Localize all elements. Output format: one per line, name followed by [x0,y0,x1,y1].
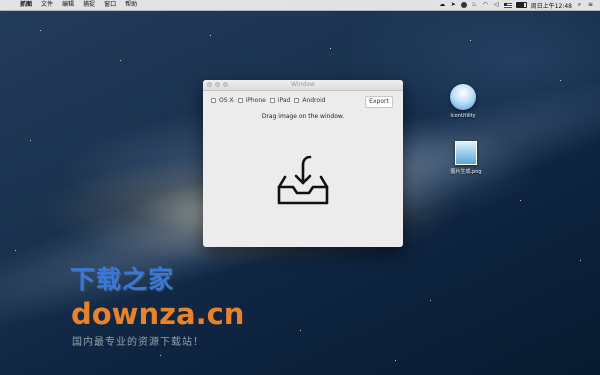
menu-edit[interactable]: 编辑 [62,0,74,10]
search-icon[interactable]: ⌕ [576,2,583,8]
clock[interactable]: 周日上午12:48 [531,1,572,10]
export-button[interactable]: Export [365,96,393,108]
watermark-logo-en: downza.cn [71,297,245,331]
menu-capture[interactable]: 捕捉 [83,0,95,10]
checkbox-box[interactable] [269,98,275,103]
checkbox-box[interactable] [294,98,300,103]
checkbox-label: iPhone [245,97,266,104]
checkbox-ipad[interactable]: iPad [269,97,291,104]
battery-icon[interactable] [515,2,527,8]
menu-app[interactable]: 抓图 [20,0,32,10]
app-window: Window OS X iPhone iPad Android Export D… [203,80,403,247]
checkbox-label: Android [302,97,326,104]
cloud-icon[interactable]: ☁ [439,2,446,8]
app-icon [450,84,476,110]
flame-icon[interactable]: ♨ [471,2,478,8]
watermark-logo-cn: 下载之家 [70,265,175,294]
menu-bar: 抓图 文件 编辑 捕捉 窗口 帮助 ☁ ➤ ♨ ◠ ◁ 周日上午12:48 ⌕ … [0,0,600,11]
menu-window[interactable]: 窗口 [104,0,116,10]
wifi-icon[interactable]: ◠ [482,2,489,8]
status-area: ☁ ➤ ♨ ◠ ◁ 周日上午12:48 ⌕ ≡ [439,0,594,10]
window-titlebar[interactable]: Window [203,80,403,91]
checkbox-label: iPad [277,97,291,104]
drop-hint: Drag image on the window. [261,113,345,120]
checkbox-box[interactable] [211,98,216,103]
platform-options: OS X iPhone iPad Android [211,97,330,104]
list-icon[interactable]: ≡ [587,2,594,8]
checkbox-android[interactable]: Android [294,97,326,104]
user-avatar-icon[interactable] [460,2,467,8]
menu-file[interactable]: 文件 [41,0,53,10]
checkbox-box[interactable] [237,98,243,103]
image-file-icon [455,141,477,165]
checkbox-iphone[interactable]: iPhone [237,97,266,104]
desktop-icon-label: IconUtility [450,113,476,119]
us-flag-icon[interactable] [503,2,512,8]
window-title: Window [291,81,315,88]
desktop-icon-png-file[interactable]: 图片生成.png [446,141,486,175]
inbox-download-icon[interactable] [275,153,331,213]
send-icon[interactable]: ➤ [450,2,457,8]
checkbox-osx[interactable]: OS X [211,97,234,104]
menu-help[interactable]: 帮助 [125,0,137,10]
volume-icon[interactable]: ◁ [493,2,500,8]
desktop-icon-iconutility[interactable]: IconUtility [443,84,483,119]
checkbox-label: OS X [219,97,234,104]
desktop-icon-label: 图片生成.png [450,169,482,175]
watermark-tagline: 国内最专业的资源下载站！ [72,337,204,348]
